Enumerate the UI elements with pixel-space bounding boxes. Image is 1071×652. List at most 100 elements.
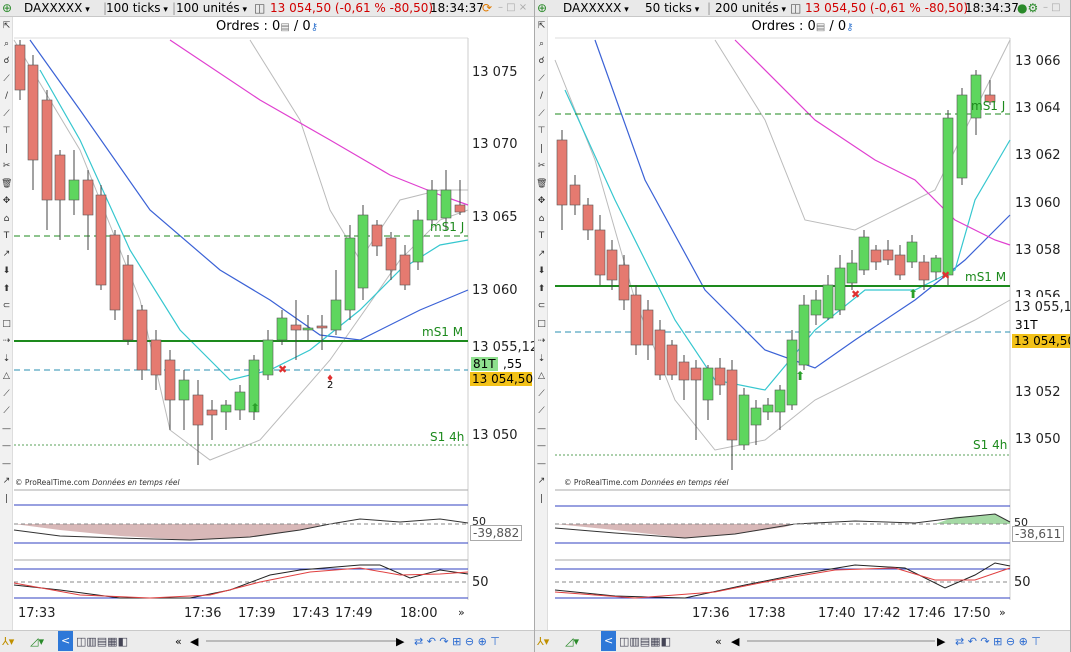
scroll-more-button[interactable]: » — [999, 606, 1006, 619]
scrollbar-track[interactable] — [206, 640, 396, 642]
y-tick: 13 065 — [472, 210, 518, 225]
candle-body — [27, 64, 39, 161]
candle-body — [136, 309, 148, 371]
y-tick: 13 060 — [1015, 196, 1061, 211]
x-tick: 17:46 — [908, 606, 946, 621]
ind2-d — [554, 567, 1011, 599]
candle-body — [150, 339, 162, 376]
level-label-ms1j: mS1 J — [971, 99, 1006, 113]
chart-style-icon[interactable]: ◿▾ — [565, 635, 579, 649]
candle-body — [678, 361, 690, 381]
watermark: © ProRealTime.com Données en temps réel — [564, 478, 729, 487]
candle-body — [164, 359, 176, 401]
x-tick: 17:43 — [292, 606, 330, 621]
prev-icon[interactable]: ◀ — [731, 635, 739, 649]
candle-body — [302, 327, 314, 331]
candle-body — [82, 179, 94, 216]
y-tick: 13 050 — [472, 428, 518, 443]
candle-body — [262, 339, 274, 376]
tick-count-badge: 81T — [471, 357, 498, 371]
x-tick: 17:50 — [953, 606, 991, 621]
prev-icon[interactable]: ◀ — [190, 635, 198, 649]
indicator-mid: 50 — [1014, 516, 1028, 529]
candle-body — [762, 404, 774, 413]
candle-body — [846, 262, 858, 284]
x-tick: 17:36 — [184, 606, 222, 621]
moving-average-long — [734, 39, 1011, 246]
candle-body — [642, 309, 654, 346]
candle-body — [798, 304, 810, 366]
candle-body — [440, 189, 452, 219]
share-icon[interactable]: < — [58, 631, 74, 651]
current-price-badge: 13 054,50 — [1012, 334, 1071, 348]
sell-cross: ✖ — [851, 288, 860, 301]
level-label-ms1m: mS1 M — [422, 325, 464, 339]
zoom-tools-icon[interactable]: ⇄ ↶ ↷ ⊞ ⊖ ⊕ ⊤ — [414, 635, 500, 649]
candle-body — [906, 241, 918, 263]
next-icon[interactable]: ▶ — [396, 635, 404, 649]
scrollbar-track[interactable] — [747, 640, 935, 642]
x-tick: 17:40 — [818, 606, 856, 621]
candle-body — [14, 44, 26, 91]
x-tick: 17:42 — [863, 606, 901, 621]
price-chart[interactable]: ⬆ ⬆ ✖ ✖ — [535, 0, 1071, 652]
layout-icon[interactable]: ◫▥▤▦◧ — [76, 635, 128, 649]
candle-body — [344, 237, 356, 311]
x-tick: 17:36 — [692, 606, 730, 621]
y-tick: 13 075 — [472, 65, 518, 80]
ind1-fill — [14, 524, 320, 540]
level-label-s1-4h: S1 4h — [430, 430, 465, 444]
sell-cross: ✖ — [941, 269, 950, 282]
candle-body — [330, 299, 342, 331]
candle-body — [357, 214, 369, 289]
candle-body — [54, 154, 66, 201]
candle-body — [894, 254, 906, 276]
layout-icon[interactable]: ◫▥▤▦◧ — [619, 635, 671, 649]
candle-body — [606, 249, 618, 281]
candle-body — [412, 219, 424, 263]
indicator-icon[interactable]: ⅄▾ — [537, 635, 549, 649]
y-tick: 13 070 — [472, 137, 518, 152]
x-tick: 18:00 — [400, 606, 438, 621]
candle-body — [454, 204, 466, 213]
candle-body — [726, 369, 738, 441]
candle-body — [582, 204, 594, 231]
candle-body — [122, 264, 134, 341]
watermark: © ProRealTime.com Données en temps réel — [15, 478, 180, 487]
candle-body — [956, 94, 968, 179]
candle-body — [942, 117, 954, 276]
buy-arrow: ⬆ — [908, 287, 918, 301]
candle-body — [594, 229, 606, 276]
candle-body — [702, 367, 714, 401]
indicator-icon[interactable]: ⅄▾ — [2, 635, 14, 649]
chart-bottom-toolbar: ⅄▾ ◿▾ < ◫▥▤▦◧ « ◀ ▶ ⇄ ↶ ↷ ⊞ ⊖ ⊕ ⊤ — [535, 630, 1070, 652]
candle-body — [192, 394, 204, 426]
candle-body — [371, 224, 383, 247]
candle-body — [882, 249, 894, 261]
y-tick: 13 058 — [1015, 243, 1061, 258]
price-level-label: 13 055,12 — [472, 340, 535, 355]
x-tick: 17:38 — [748, 606, 786, 621]
buy-arrow: ⬆ — [795, 369, 805, 383]
candle-body — [178, 379, 190, 401]
y-tick: 13 050 — [1015, 432, 1061, 447]
tick-count-badge: 31T — [1013, 318, 1040, 332]
candle-body — [426, 189, 438, 221]
candle-body — [618, 264, 630, 301]
scroll-more-button[interactable]: » — [458, 606, 465, 619]
buy-arrow: ⬆ — [250, 401, 260, 415]
chart-style-icon[interactable]: ◿▾ — [30, 635, 44, 649]
x-tick: 17:33 — [18, 606, 56, 621]
share-icon[interactable]: < — [601, 631, 617, 651]
candle-body — [930, 257, 942, 273]
scroll-left-icon[interactable]: « — [175, 635, 182, 649]
candle-body — [738, 394, 750, 446]
candle-body — [220, 404, 232, 413]
current-price-badge: 13 054,50 — [470, 372, 534, 386]
scroll-left-icon[interactable]: « — [715, 635, 722, 649]
candle-body — [774, 389, 786, 413]
next-icon[interactable]: ▶ — [937, 635, 945, 649]
zoom-tools-icon[interactable]: ⇄ ↶ ↷ ⊞ ⊖ ⊕ ⊤ — [955, 635, 1041, 649]
candle-body — [654, 329, 666, 376]
candle-body — [556, 139, 568, 206]
